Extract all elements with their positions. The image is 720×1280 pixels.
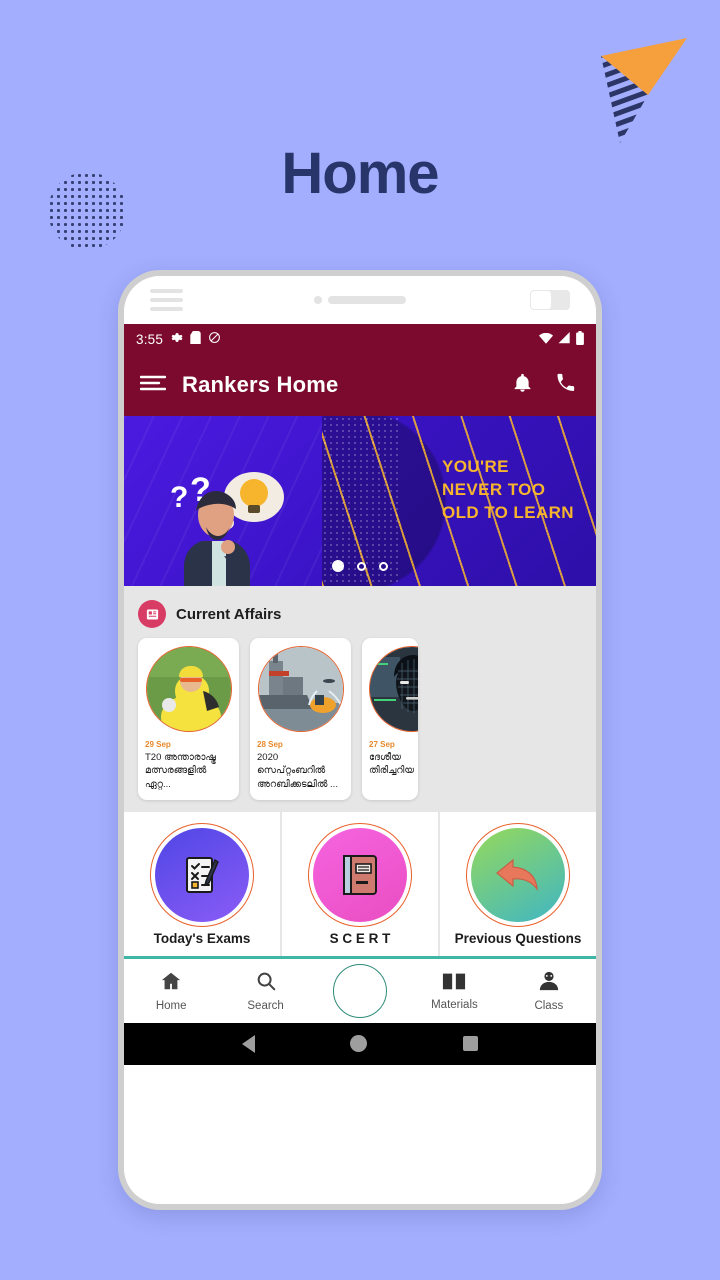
wifi-icon — [539, 332, 553, 347]
recents-square-icon[interactable] — [463, 1036, 479, 1052]
checklist-pen-icon — [150, 822, 254, 927]
back-arrow-icon — [466, 822, 570, 927]
bell-icon[interactable] — [512, 372, 533, 399]
home-circle-icon[interactable] — [350, 1035, 368, 1053]
promo-banner[interactable]: ? ? YOU'RE NEVER TOO OLD TO LEARN — [124, 416, 596, 586]
news-date: 29 Sep — [145, 740, 171, 749]
hamburger-menu-icon[interactable] — [139, 374, 167, 397]
news-card[interactable]: 28 Sep 2020 സെപ്റ്റംബറിൽ അറബിക്കടലിൽ ... — [250, 638, 351, 800]
news-date: 28 Sep — [257, 740, 283, 749]
gear-icon — [170, 331, 183, 347]
search-icon — [255, 970, 277, 997]
status-bar: 3:55 — [124, 324, 596, 354]
news-title: T20 അന്താരാഷ്ട്ര മത്സരങ്ങളിൽ ഏറ്റ... — [145, 752, 216, 790]
category-label: S C E R T — [329, 930, 391, 946]
nav-label: Class — [534, 999, 564, 1012]
nav-item-class[interactable]: Class — [502, 970, 596, 1012]
news-title: ദേശീയ തിരിച്ചറിയ — [369, 752, 415, 777]
phone-mockup: 3:55 Rankers Home ? ? YOU'RE NEVER TOO O… — [118, 270, 602, 1210]
newspaper-icon — [138, 600, 166, 628]
back-triangle-icon[interactable] — [241, 1034, 255, 1053]
app-content: ? ? YOU'RE NEVER TOO OLD TO LEARN Curren… — [124, 416, 596, 1204]
nav-item-home[interactable]: Home — [124, 970, 218, 1012]
mockup-top-chrome — [124, 276, 596, 324]
android-navigation-bar — [124, 1022, 596, 1065]
news-title: 2020 സെപ്റ്റംബറിൽ അറബിക്കടലിൽ ... — [257, 752, 338, 790]
current-affairs-carousel[interactable]: 29 Sep T20 അന്താരാഷ്ട്ര മത്സരങ്ങളിൽ ഏറ്റ… — [124, 638, 596, 800]
nav-item-materials[interactable]: Materials — [407, 971, 501, 1011]
carousel-dot-2[interactable] — [357, 561, 366, 571]
naval-warship-photo — [257, 646, 344, 732]
person-icon — [538, 970, 560, 997]
app-bar-title: Rankers Home — [182, 372, 339, 397]
bottom-navigation: Home Search Materials Class — [124, 958, 596, 1023]
thinking-man-lightbulb-icon: ? ? — [162, 461, 292, 586]
face-recognition-photo — [369, 646, 418, 732]
book-icon — [308, 822, 412, 927]
do-not-disturb-icon — [208, 331, 221, 347]
category-card-todays-exams[interactable]: Today's Exams — [124, 811, 280, 956]
current-affairs-title: Current Affairs — [176, 605, 282, 623]
paper-plane-arrow-icon — [590, 25, 690, 145]
book-open-icon — [442, 971, 466, 996]
nav-label: Materials — [431, 998, 478, 1011]
center-fab-circle[interactable] — [333, 963, 388, 1018]
current-affairs-header: Current Affairs — [124, 596, 596, 638]
category-card-previous-questions[interactable]: Previous Questions — [440, 811, 596, 956]
svg-text:?: ? — [170, 481, 188, 514]
banner-headline: YOU'RE NEVER TOO OLD TO LEARN — [442, 457, 574, 522]
news-card[interactable]: 27 Sep ദേശീയ തിരിച്ചറിയ — [362, 638, 418, 800]
sd-card-icon — [190, 331, 201, 347]
carousel-dot-3[interactable] — [379, 561, 388, 571]
nav-item-search[interactable]: Search — [218, 970, 312, 1012]
signal-icon — [558, 331, 571, 347]
category-row: Today's Exams S C E R T Previous Questio… — [124, 811, 596, 956]
phone-icon[interactable] — [555, 372, 576, 399]
carousel-dot-1[interactable] — [332, 560, 344, 572]
page-title: Home — [281, 141, 439, 206]
status-time: 3:55 — [136, 331, 164, 347]
center-fab-button[interactable] — [313, 963, 407, 1018]
nav-label: Home — [155, 999, 187, 1012]
battery-icon — [576, 330, 584, 348]
nav-label: Search — [247, 999, 284, 1012]
news-date: 27 Sep — [369, 740, 395, 749]
app-bar: Rankers Home — [124, 354, 596, 416]
category-label: Previous Questions — [454, 930, 582, 946]
banner-carousel-dots[interactable] — [332, 560, 388, 572]
hamburger-icon — [150, 284, 183, 316]
home-icon — [160, 970, 182, 997]
toggle-switch-icon — [530, 290, 570, 310]
category-label: Today's Exams — [153, 930, 251, 946]
current-affairs-section: Current Affairs 29 Sep T20 അന്താരാഷ്ട്ര … — [124, 586, 596, 812]
cricket-player-photo — [145, 646, 232, 732]
news-card[interactable]: 29 Sep T20 അന്താരാഷ്ട്ര മത്സരങ്ങളിൽ ഏറ്റ… — [138, 638, 239, 800]
speaker-dot-icon — [314, 296, 406, 304]
category-card-scert[interactable]: S C E R T — [282, 811, 438, 956]
